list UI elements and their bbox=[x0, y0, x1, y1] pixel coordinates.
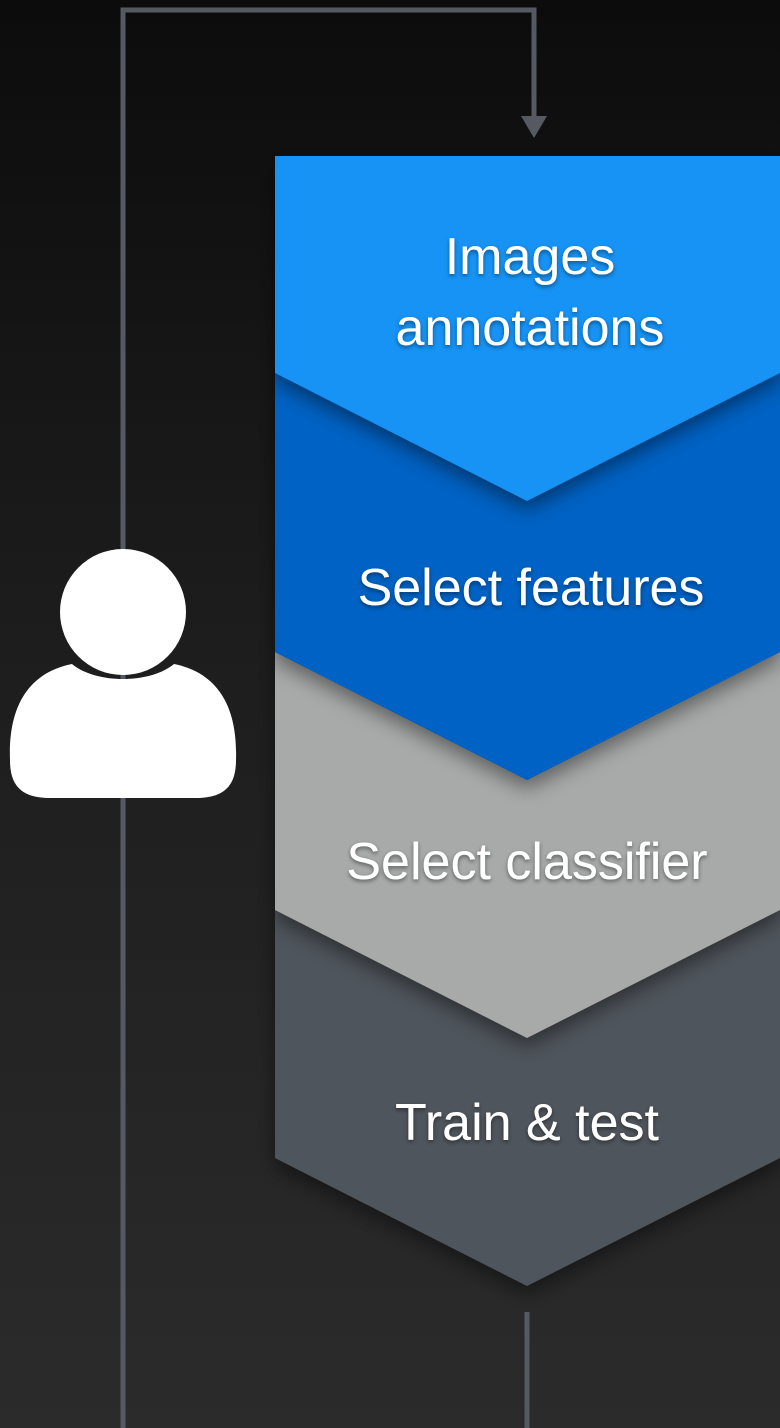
arrow-down-icon bbox=[521, 116, 547, 138]
user-icon-head bbox=[60, 549, 186, 675]
pipeline-diagram: Train & test Select classifier Select fe… bbox=[9, 7, 780, 1428]
stage-select-classifier-label: Select classifier bbox=[346, 833, 707, 891]
stage-train-test-label: Train & test bbox=[395, 1094, 659, 1152]
user-icon-body bbox=[9, 664, 237, 798]
stage-images-annotations-label-line2: annotations bbox=[396, 299, 665, 357]
user-icon bbox=[9, 549, 237, 798]
stage-stack: Train & test Select classifier Select fe… bbox=[275, 156, 780, 1286]
stage-images-annotations-label: Images bbox=[445, 228, 616, 286]
stage-select-features-label: Select features bbox=[358, 559, 705, 617]
